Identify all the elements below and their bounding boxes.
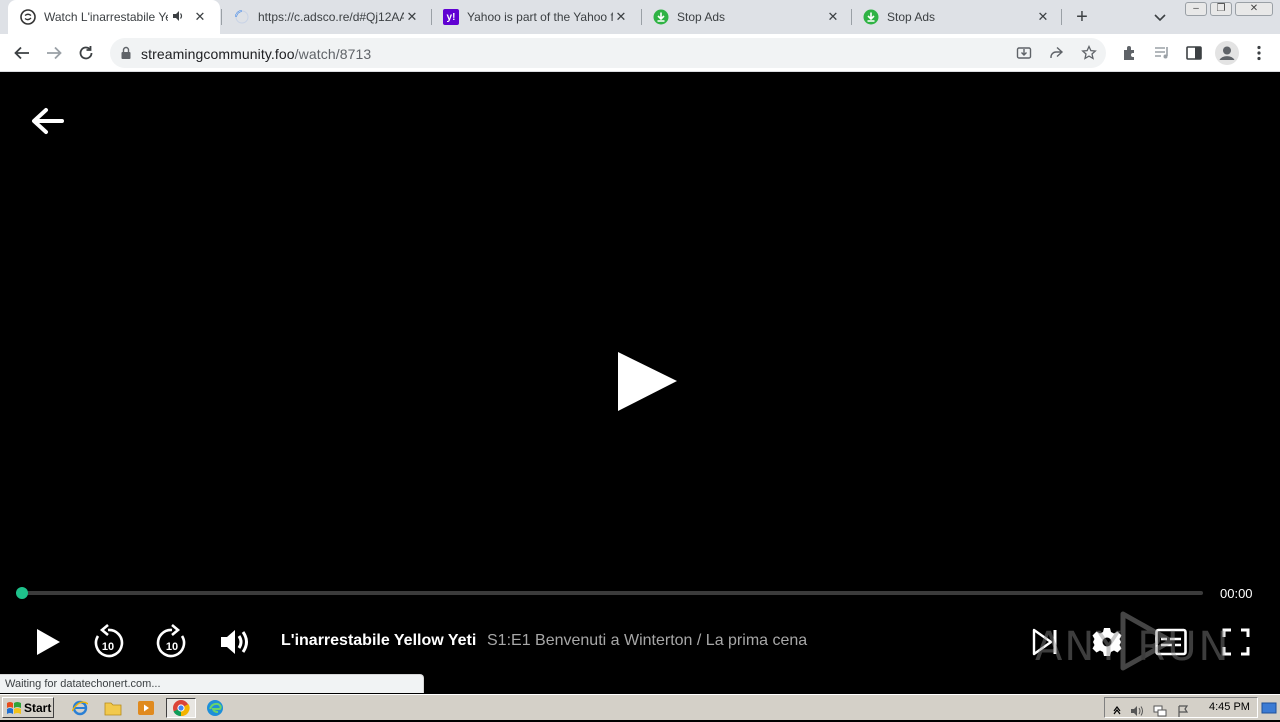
reload-icon [79, 46, 93, 60]
lock-icon[interactable] [120, 46, 132, 65]
rewind-10-button[interactable]: 10 [90, 624, 126, 660]
rewind-10-icon: 10 [94, 624, 124, 658]
tab-title: Yahoo is part of the Yahoo family [467, 10, 613, 24]
play-icon [37, 629, 60, 655]
progress-handle[interactable] [16, 587, 28, 599]
ie-icon[interactable] [69, 698, 91, 718]
volume-button[interactable] [218, 624, 254, 660]
extensions-puzzle-icon[interactable] [1121, 44, 1139, 62]
tab-title: Stop Ads [677, 10, 726, 24]
forward-arrow-icon [47, 46, 62, 60]
progress-bar[interactable] [22, 591, 1203, 595]
browser-toolbar: streamingcommunity.foo/watch/8713 [0, 34, 1280, 72]
download-green-icon [863, 9, 879, 25]
media-control-icon[interactable] [1153, 44, 1171, 62]
tab-yahoo[interactable]: y! Yahoo is part of the Yahoo family ✕ [431, 0, 641, 34]
tab-stop-ads-1[interactable]: Stop Ads ✕ [641, 0, 851, 34]
side-panel-icon[interactable] [1185, 44, 1203, 62]
show-title: L'inarrestabile Yellow Yeti [281, 632, 477, 649]
watermark-text: ANY RUN [1035, 624, 1231, 670]
close-icon[interactable]: ✕ [192, 9, 208, 25]
streamingcommunity-icon [20, 9, 36, 25]
edge-icon[interactable] [204, 698, 226, 718]
forward-10-icon: 10 [156, 624, 186, 658]
install-app-icon[interactable] [1016, 45, 1032, 61]
menu-kebab-icon[interactable] [1250, 44, 1268, 62]
tab-adsco[interactable]: https://c.adsco.re/d#Qj12AAAAA ✕ [222, 0, 430, 34]
action-center-flag-icon[interactable] [1177, 704, 1191, 717]
tab-title: https://c.adsco.re/d#Qj12AAAAA [258, 10, 404, 24]
back-arrow-icon [14, 46, 29, 60]
share-icon[interactable] [1048, 45, 1064, 61]
volume-tray-icon[interactable] [1130, 704, 1144, 716]
rewind-seconds-label: 10 [102, 641, 114, 653]
minimize-button[interactable]: – [1185, 2, 1207, 16]
player-back-arrow-icon[interactable] [30, 106, 64, 141]
url-text[interactable]: streamingcommunity.foo/watch/8713 [141, 46, 371, 62]
windows-logo-icon [7, 701, 21, 714]
tab-title: Watch L'inarrestabile Yellow Yeti [44, 10, 168, 24]
tab-strip: Watch L'inarrestabile Yellow Yeti ✕ http… [0, 0, 1280, 34]
episode-title: S1:E1 Benvenuti a Winterton / La prima c… [487, 632, 808, 649]
address-bar[interactable]: streamingcommunity.foo/watch/8713 [110, 38, 1106, 68]
volume-icon [221, 630, 248, 654]
profile-avatar-icon[interactable] [1215, 41, 1239, 65]
bookmark-star-icon[interactable] [1081, 44, 1097, 61]
forward-seconds-label: 10 [166, 641, 178, 653]
tab-stop-ads-2[interactable]: Stop Ads ✕ [851, 0, 1061, 34]
new-tab-button[interactable]: + [1072, 7, 1092, 27]
tab-title: Stop Ads [887, 10, 936, 24]
speaker-icon[interactable] [172, 10, 186, 25]
tab-watch[interactable]: Watch L'inarrestabile Yellow Yeti ✕ [8, 0, 220, 34]
reload-button[interactable] [75, 42, 97, 64]
close-icon[interactable]: ✕ [1035, 9, 1051, 25]
tab-divider [1061, 9, 1062, 25]
chrome-icon[interactable] [166, 698, 196, 718]
window-close-button[interactable]: ✕ [1235, 2, 1273, 16]
start-label: Start [24, 700, 52, 715]
time-display: 00:00 [1220, 586, 1253, 601]
chevron-down-icon[interactable] [1152, 9, 1168, 25]
anyrun-watermark: ANY RUN [1035, 610, 1245, 672]
network-icon[interactable] [1153, 704, 1167, 717]
windows-taskbar: Start 4:45 PM [0, 694, 1280, 720]
play-button[interactable] [29, 624, 65, 660]
back-button[interactable] [11, 42, 33, 64]
close-icon[interactable]: ✕ [404, 9, 420, 25]
tray-expand-icon[interactable] [1111, 704, 1125, 716]
url-path: /watch/8713 [294, 46, 372, 62]
forward-button[interactable] [43, 42, 65, 64]
media-player-icon[interactable] [135, 698, 157, 718]
download-green-icon [653, 9, 669, 25]
big-play-button[interactable] [616, 351, 678, 418]
loading-spinner-icon [234, 9, 250, 25]
close-icon[interactable]: ✕ [825, 9, 841, 25]
show-desktop-icon[interactable] [1261, 701, 1277, 714]
explorer-folder-icon[interactable] [102, 698, 124, 718]
close-icon[interactable]: ✕ [613, 9, 629, 25]
forward-10-button[interactable]: 10 [154, 624, 190, 660]
yahoo-icon: y! [443, 9, 459, 25]
status-bubble: Waiting for datatechonert.com... [0, 674, 424, 693]
start-button[interactable]: Start [2, 697, 54, 718]
restore-button[interactable]: ❐ [1210, 2, 1232, 16]
url-host: streamingcommunity.foo [141, 46, 295, 62]
clock: 4:45 PM [1209, 701, 1250, 713]
video-player[interactable]: 00:00 10 10 L'inarrestabile Yellow Yeti … [0, 72, 1280, 692]
